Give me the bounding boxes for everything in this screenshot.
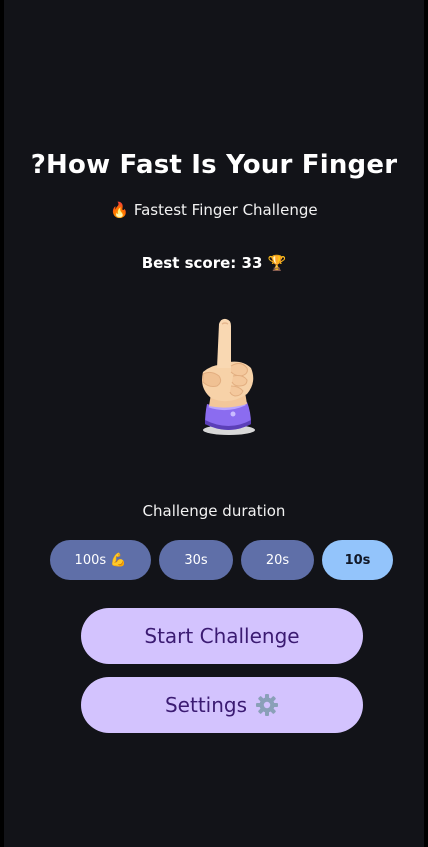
best-score: Best score: 33 🏆 <box>141 254 287 272</box>
settings-label: Settings <box>164 693 248 717</box>
page-title: ?How Fast Is Your Finger <box>30 150 398 180</box>
duration-option-20s[interactable]: 20s <box>241 540 314 580</box>
duration-label: Challenge duration <box>142 502 286 520</box>
duration-option-30s[interactable]: 30s <box>159 540 233 580</box>
pointing-up-hand-icon <box>202 318 255 435</box>
duration-option-10s[interactable]: 10s <box>322 540 393 580</box>
duration-option-100s[interactable]: 100s 💪 <box>50 540 151 580</box>
start-challenge-button[interactable]: Start Challenge <box>81 608 363 664</box>
subtitle: 🔥 Fastest Finger Challenge <box>110 201 318 219</box>
gear-icon <box>256 694 279 716</box>
start-challenge-label: Start Challenge <box>144 624 300 648</box>
settings-button[interactable]: Settings <box>81 677 363 733</box>
app-screen: ?How Fast Is Your Finger 🔥 Fastest Finge… <box>4 0 424 847</box>
